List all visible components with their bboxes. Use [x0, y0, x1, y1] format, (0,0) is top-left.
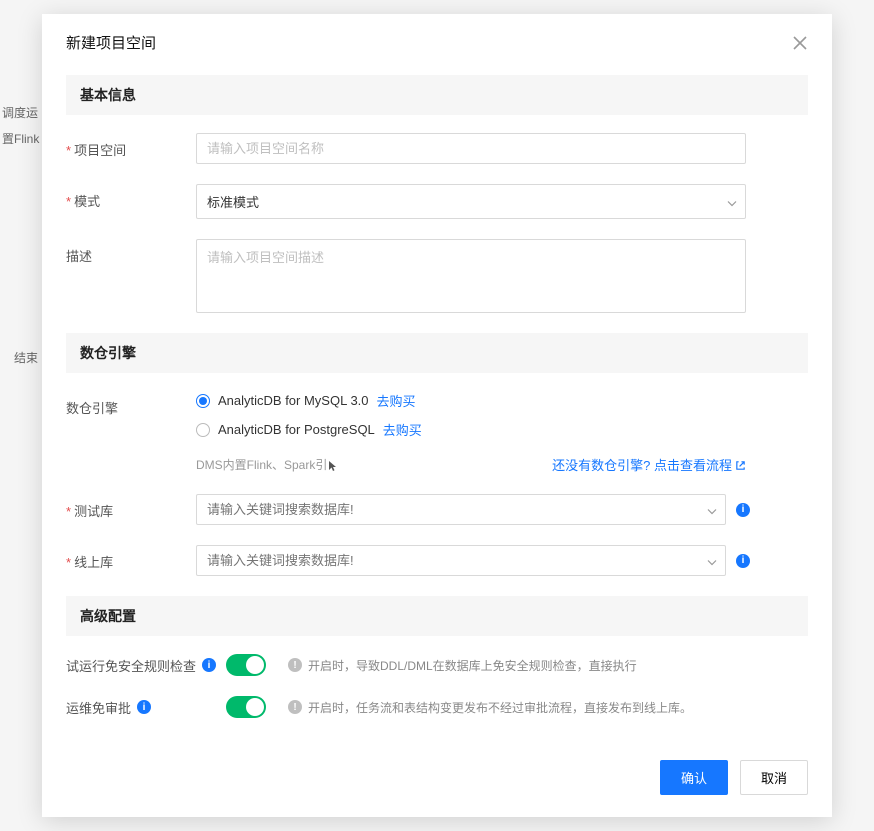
cancel-button[interactable]: 取消 [740, 760, 808, 795]
label-prod-db: *线上库 [66, 545, 196, 571]
backdrop-text-1: 调度运 [2, 104, 38, 121]
section-advanced-header: 高级配置 [66, 596, 808, 636]
modal-body: 基本信息 *项目空间 *模式 标准模式 描述 [42, 75, 832, 744]
external-link-icon [735, 460, 746, 471]
row-project-space: *项目空间 [66, 133, 808, 164]
row-skip-approval: 运维免审批 i ! 开启时，任务流和表结构变更发布不经过审批流程，直接发布到线上… [66, 696, 808, 718]
new-project-modal: 新建项目空间 基本信息 *项目空间 *模式 标准模式 [42, 14, 832, 817]
mode-select[interactable]: 标准模式 [196, 184, 746, 219]
description-textarea[interactable] [196, 239, 746, 313]
cursor-icon [328, 460, 338, 472]
backdrop-text-2: 置Flink [2, 130, 39, 147]
prod-db-select[interactable] [196, 545, 726, 576]
radio-mysql[interactable] [196, 394, 210, 408]
skip-approval-switch[interactable] [226, 696, 266, 718]
confirm-button[interactable]: 确认 [660, 760, 728, 795]
no-engine-link[interactable]: 还没有数仓引擎? 点击查看流程 [552, 455, 746, 474]
label-skip-security: 试运行免安全规则检查 i [66, 656, 226, 675]
modal-footer: 确认 取消 [42, 744, 832, 817]
skip-approval-desc: ! 开启时，任务流和表结构变更发布不经过审批流程，直接发布到线上库。 [288, 699, 692, 716]
radio-postgres[interactable] [196, 423, 210, 437]
exclamation-icon: ! [288, 700, 302, 714]
row-description: 描述 [66, 239, 808, 313]
backdrop-text-3: 结束 [14, 349, 38, 366]
info-icon[interactable]: i [736, 503, 750, 517]
label-engine: 数仓引擎 [66, 391, 196, 417]
skip-security-switch[interactable] [226, 654, 266, 676]
modal-header: 新建项目空间 [42, 14, 832, 75]
section-basic-header: 基本信息 [66, 75, 808, 115]
row-prod-db: *线上库 i [66, 545, 808, 576]
close-icon [792, 35, 808, 51]
label-description: 描述 [66, 239, 196, 265]
buy-link-postgres[interactable]: 去购买 [383, 420, 422, 439]
engine-option-postgres[interactable]: AnalyticDB for PostgreSQL 去购买 [196, 420, 808, 439]
buy-link-mysql[interactable]: 去购买 [377, 391, 416, 410]
label-skip-approval: 运维免审批 i [66, 698, 226, 717]
radio-mysql-label: AnalyticDB for MySQL 3.0 [218, 393, 369, 408]
test-db-select[interactable] [196, 494, 726, 525]
row-test-db: *测试库 i [66, 494, 808, 525]
row-engine: 数仓引擎 AnalyticDB for MySQL 3.0 去购买 Analyt… [66, 391, 808, 474]
engine-note: DMS内置Flink、Spark引 [196, 456, 338, 473]
row-skip-security: 试运行免安全规则检查 i ! 开启时，导致DDL/DML在数据库上免安全规则检查… [66, 654, 808, 676]
modal-title: 新建项目空间 [66, 32, 156, 53]
close-button[interactable] [792, 35, 808, 51]
label-project-space: *项目空间 [66, 133, 196, 159]
label-mode: *模式 [66, 184, 196, 210]
label-test-db: *测试库 [66, 494, 196, 520]
row-mode: *模式 标准模式 [66, 184, 808, 219]
exclamation-icon: ! [288, 658, 302, 672]
info-icon[interactable]: i [736, 554, 750, 568]
section-engine-header: 数仓引擎 [66, 333, 808, 373]
radio-postgres-label: AnalyticDB for PostgreSQL [218, 422, 375, 437]
engine-option-mysql[interactable]: AnalyticDB for MySQL 3.0 去购买 [196, 391, 808, 410]
info-icon[interactable]: i [137, 700, 151, 714]
skip-security-desc: ! 开启时，导致DDL/DML在数据库上免安全规则检查，直接执行 [288, 657, 637, 674]
info-icon[interactable]: i [202, 658, 216, 672]
project-space-input[interactable] [196, 133, 746, 164]
